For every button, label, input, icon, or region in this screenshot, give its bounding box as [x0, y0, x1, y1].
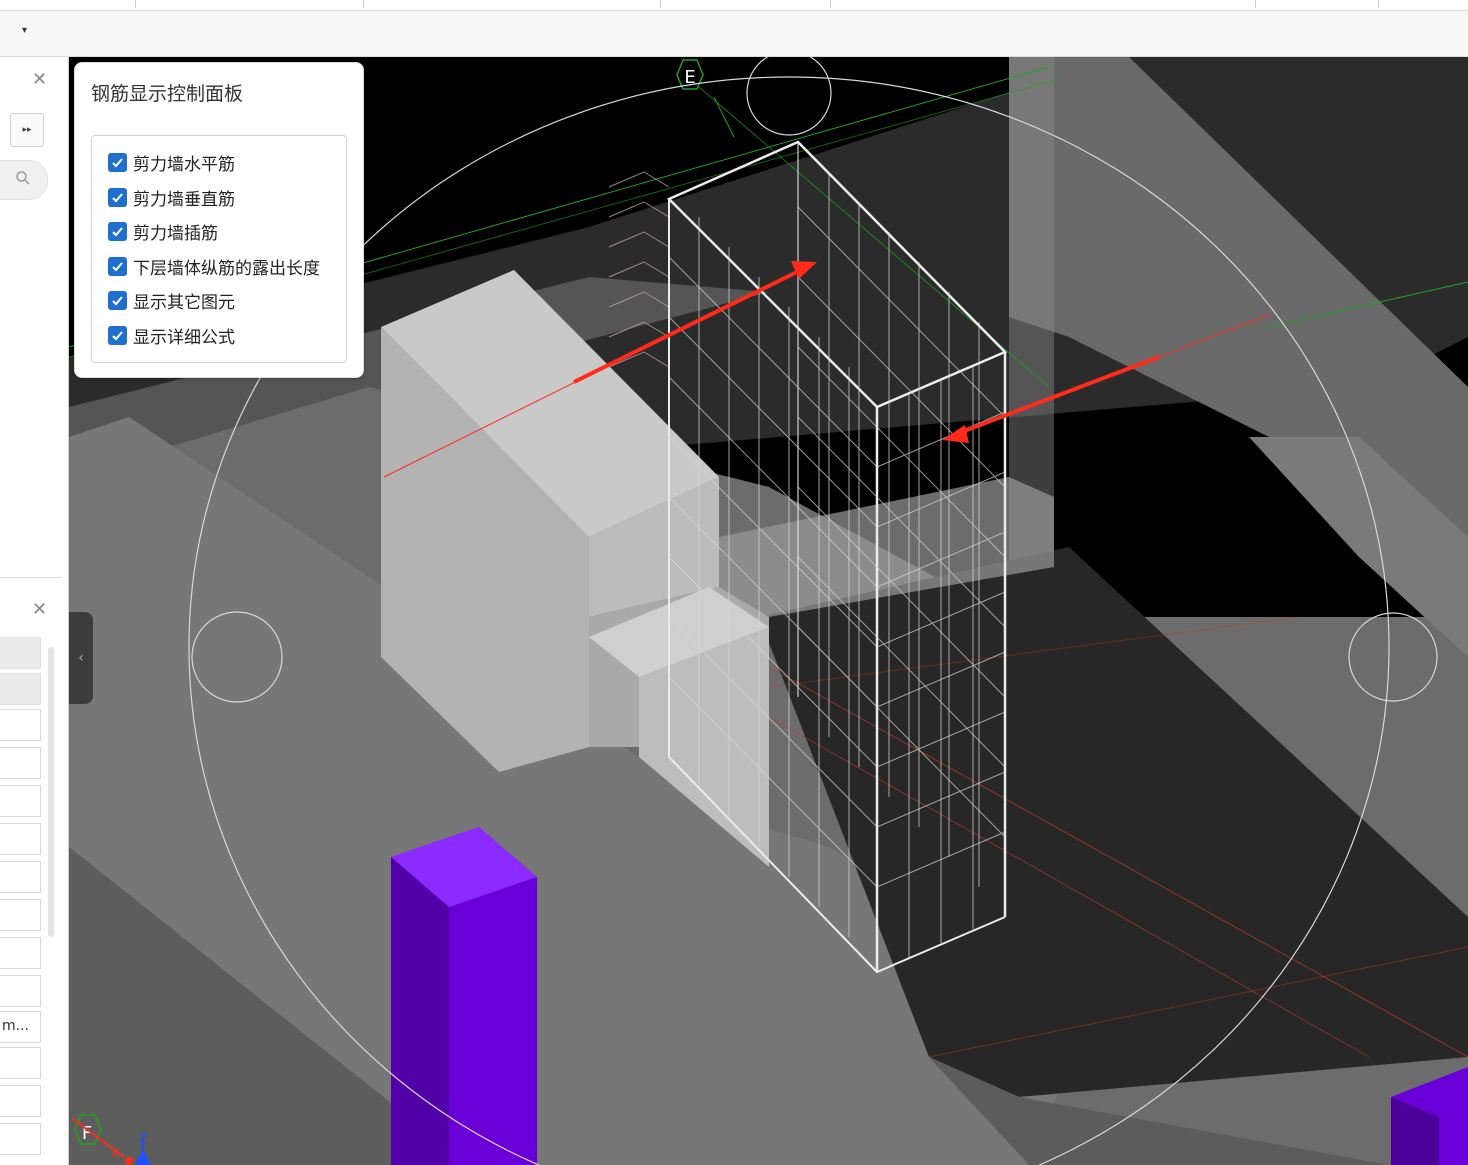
- panel-divider: [0, 577, 62, 578]
- list-item[interactable]: [0, 747, 41, 779]
- option-label: 显示其它图元: [133, 292, 235, 313]
- tab-separator: [135, 0, 136, 8]
- search-input[interactable]: [0, 160, 48, 200]
- triad-z-label: Z: [139, 1132, 147, 1146]
- tab-separator: [1378, 0, 1379, 8]
- checkbox-checked[interactable]: [108, 152, 127, 172]
- search-icon: [16, 171, 30, 185]
- list-item[interactable]: [0, 637, 41, 669]
- checkbox-checked[interactable]: [108, 221, 127, 241]
- list-item[interactable]: [0, 861, 41, 893]
- triad-x-label: X: [111, 1146, 119, 1160]
- list-item[interactable]: [0, 1123, 41, 1155]
- list-item[interactable]: [0, 823, 41, 855]
- toolbar: ▾: [0, 11, 1468, 57]
- option-label: 剪力墙水平筋: [133, 154, 235, 175]
- panel-collapse-handle[interactable]: ‹: [69, 612, 93, 704]
- orbit-handle-top: [746, 57, 832, 136]
- option-lower-wall-exposed-length[interactable]: 下层墙体纵筋的露出长度: [108, 254, 320, 279]
- close-icon[interactable]: ✕: [32, 71, 47, 89]
- option-shear-wall-vertical[interactable]: 剪力墙垂直筋: [108, 185, 235, 210]
- options-group: 剪力墙水平筋 剪力墙垂直筋 剪力墙插筋 下层墙体纵筋的露出长度 显示其它图元 显…: [91, 135, 347, 363]
- purple-column-side: [391, 857, 449, 1165]
- option-shear-wall-horizontal[interactable]: 剪力墙水平筋: [108, 150, 235, 175]
- list-item[interactable]: [0, 975, 41, 1007]
- checkbox-checked[interactable]: [108, 290, 127, 310]
- checkbox-checked[interactable]: [108, 325, 127, 345]
- option-show-detailed-formula[interactable]: 显示详细公式: [108, 323, 235, 348]
- left-panel: ✕ ▸▸ ✕ m...: [0, 57, 69, 1165]
- list-item[interactable]: [0, 785, 41, 817]
- option-label: 显示详细公式: [133, 327, 235, 348]
- scrollbar[interactable]: [48, 647, 54, 937]
- checkbox-checked[interactable]: [108, 187, 127, 207]
- top-tab-strip: [0, 0, 1468, 11]
- fast-forward-icon: ▸▸: [22, 125, 32, 135]
- list-item[interactable]: [0, 673, 41, 705]
- panel-title: 钢筋显示控制面板: [91, 83, 244, 105]
- tab-separator: [830, 0, 831, 8]
- tab-separator: [1255, 0, 1256, 8]
- fast-forward-button[interactable]: ▸▸: [10, 113, 44, 147]
- list-item[interactable]: m...: [0, 1011, 41, 1043]
- option-label: 剪力墙垂直筋: [133, 189, 235, 210]
- option-shear-wall-dowel[interactable]: 剪力墙插筋: [108, 219, 218, 244]
- chevron-left-icon: ‹: [78, 650, 84, 666]
- list-item-label: m...: [2, 1018, 29, 1034]
- list-item[interactable]: [0, 937, 41, 969]
- option-label: 剪力墙插筋: [133, 223, 218, 244]
- option-show-other-elements[interactable]: 显示其它图元: [108, 288, 235, 313]
- rebar-display-control-panel: 钢筋显示控制面板 剪力墙水平筋 剪力墙垂直筋 剪力墙插筋 下层墙体纵筋的露出长度…: [74, 62, 364, 378]
- list-item[interactable]: [0, 1047, 41, 1079]
- close-icon[interactable]: ✕: [32, 601, 47, 619]
- list-item[interactable]: [0, 899, 41, 931]
- tab-separator: [660, 0, 661, 8]
- option-label: 下层墙体纵筋的露出长度: [133, 258, 320, 279]
- list-item[interactable]: [0, 1085, 41, 1117]
- caret-down-icon[interactable]: ▾: [22, 25, 27, 36]
- list-item[interactable]: [0, 709, 41, 741]
- tab-separator: [363, 0, 364, 8]
- checkbox-checked[interactable]: [108, 256, 127, 276]
